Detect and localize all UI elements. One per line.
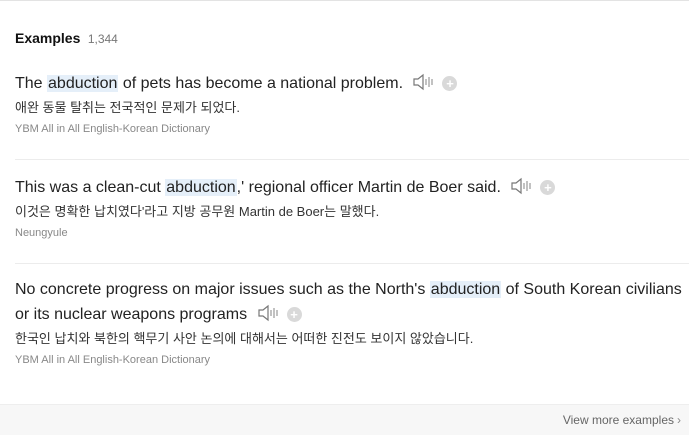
sentence-text: No concrete progress on major issues suc… (15, 281, 430, 298)
sentence-text: ,' regional officer Martin de Boer said. (236, 179, 501, 196)
top-divider (0, 0, 689, 1)
add-icon[interactable]: + (540, 180, 556, 195)
translation-text: 이것은 명확한 납치였다'라고 지방 공무원 Martin de Boer는 말… (15, 203, 689, 221)
examples-title: Examples (15, 30, 81, 46)
speaker-icon[interactable] (510, 177, 534, 195)
example-sentence: This was a clean-cut abduction,' regiona… (15, 175, 689, 200)
translation-text: 한국인 납치와 북한의 핵무기 사안 논의에 대해서는 어떠한 진전도 보이지 … (15, 331, 474, 346)
view-more-label: View more examples (562, 413, 674, 427)
add-icon[interactable]: + (442, 76, 458, 91)
speaker-icon[interactable] (412, 73, 436, 91)
example-source[interactable]: Neungyule (15, 226, 689, 241)
view-more-examples-link[interactable]: View more examples › (563, 413, 681, 427)
highlighted-term[interactable]: abduction (429, 281, 502, 298)
example-source[interactable]: YBM All in All English-Korean Dictionary (15, 122, 689, 137)
highlighted-term[interactable]: abduction (165, 179, 237, 196)
highlighted-term[interactable]: abduction (47, 75, 119, 92)
example-sentence: No concrete progress on major issues suc… (15, 277, 689, 327)
example-item: No concrete progress on major issues suc… (15, 277, 689, 368)
translation-part: 는 말했다. (324, 204, 380, 219)
example-divider (15, 159, 689, 160)
examples-footer: View more examples › (0, 404, 689, 435)
translation-part: 이것은 명확한 납치였다'라고 지방 공무원 (15, 204, 239, 219)
speaker-icon[interactable] (257, 304, 281, 322)
examples-count: 1,344 (87, 32, 118, 46)
chevron-right-icon: › (677, 413, 681, 427)
example-sentence: The abduction of pets has become a natio… (15, 71, 689, 96)
example-source[interactable]: YBM All in All English-Korean Dictionary (15, 353, 689, 368)
example-divider (15, 263, 689, 264)
example-item: The abduction of pets has become a natio… (15, 71, 689, 137)
sentence-text: This was a clean-cut (15, 179, 166, 196)
translation-text: 애완 동물 탈취는 전국적인 문제가 되었다. (15, 100, 240, 115)
example-item: This was a clean-cut abduction,' regiona… (15, 175, 689, 241)
add-icon[interactable]: + (286, 307, 302, 322)
sentence-text: The (15, 75, 48, 92)
sentence-text: of pets has become a national problem. (118, 75, 404, 92)
examples-header: Examples 1,344 (15, 30, 118, 48)
translation-part: Martin de Boer (238, 204, 325, 219)
